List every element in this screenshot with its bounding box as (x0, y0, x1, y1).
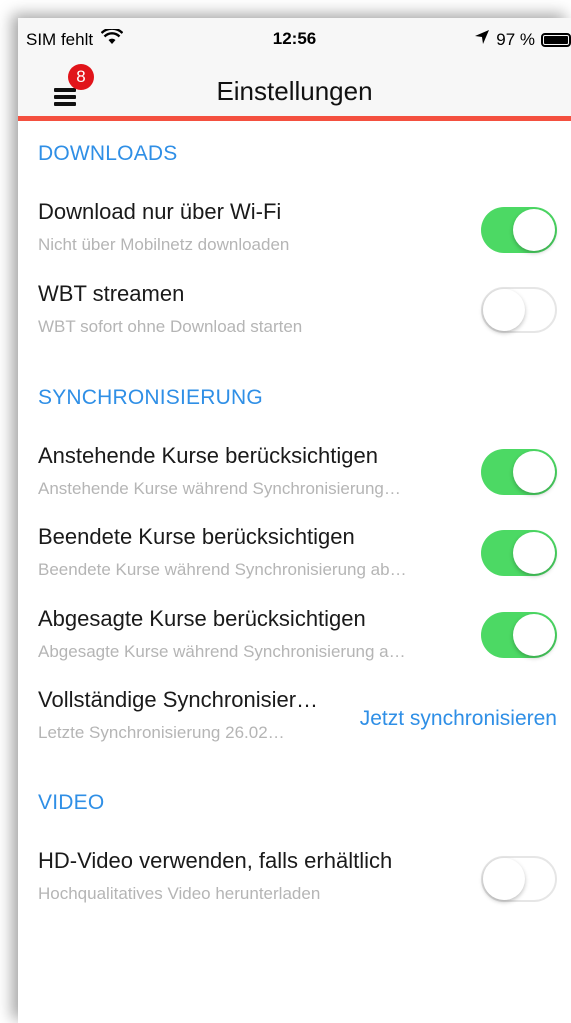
setting-row-cancelled-courses: Abgesagte Kurse berücksichtigen Abgesagt… (18, 606, 571, 686)
setting-subtitle: Nicht über Mobilnetz downloaden (38, 235, 290, 254)
battery-percent: 97 % (496, 29, 535, 49)
setting-subtitle: WBT sofort ohne Download starten (38, 317, 303, 336)
app-frame: SIM fehlt 12:56 97 % 8 Einstellungen DOW… (18, 18, 571, 1023)
setting-title: Download nur über Wi-Fi (38, 199, 282, 224)
section-title-downloads: DOWNLOADS (38, 142, 178, 165)
setting-subtitle: Abgesagte Kurse während Synchronisierung… (38, 642, 406, 661)
setting-title: Abgesagte Kurse berücksichtigen (38, 606, 366, 631)
setting-row-full-sync: Vollständige Synchronisier… Letzte Synch… (18, 687, 571, 767)
setting-row-upcoming-courses: Anstehende Kurse berücksichtigen Anstehe… (18, 443, 571, 523)
section-title-video: VIDEO (38, 791, 105, 814)
setting-title: Beendete Kurse berücksichtigen (38, 524, 355, 549)
setting-title: WBT streamen (38, 281, 185, 306)
section-title-sync: SYNCHRONISIERUNG (38, 386, 263, 409)
setting-row-wbt-stream: WBT streamen WBT sofort ohne Download st… (18, 281, 571, 361)
setting-row-hd-video: HD-Video verwenden, falls erhältlich Hoc… (18, 848, 571, 928)
location-arrow-icon (474, 29, 490, 50)
finished-courses-toggle[interactable] (481, 530, 557, 576)
sync-now-button[interactable]: Jetzt synchronisieren (360, 707, 557, 731)
page-title: Einstellungen (216, 76, 373, 106)
setting-row-finished-courses: Beendete Kurse berücksichtigen Beendete … (18, 524, 571, 604)
wifi-download-toggle[interactable] (481, 207, 557, 253)
hd-video-toggle[interactable] (481, 856, 557, 902)
cancelled-courses-toggle[interactable] (481, 612, 557, 658)
setting-title: HD-Video verwenden, falls erhältlich (38, 848, 393, 873)
status-bar: SIM fehlt 12:56 97 % (18, 18, 571, 62)
setting-title: Anstehende Kurse berücksichtigen (38, 443, 378, 468)
setting-row-wifi-download: Download nur über Wi-Fi Nicht über Mobil… (18, 199, 571, 279)
accent-divider (18, 116, 571, 121)
navigation-bar: 8 Einstellungen (18, 62, 571, 116)
setting-subtitle: Anstehende Kurse während Synchronisierun… (38, 479, 401, 498)
setting-subtitle: Letzte Synchronisierung 26.02… (38, 723, 285, 742)
setting-subtitle: Beendete Kurse während Synchronisierung … (38, 560, 407, 579)
upcoming-courses-toggle[interactable] (481, 449, 557, 495)
battery-icon (541, 32, 571, 47)
setting-subtitle: Hochqualitatives Video herunterladen (38, 884, 321, 903)
setting-title: Vollständige Synchronisier… (38, 687, 319, 712)
status-right: 97 % (474, 29, 571, 50)
wbt-stream-toggle[interactable] (481, 287, 557, 333)
